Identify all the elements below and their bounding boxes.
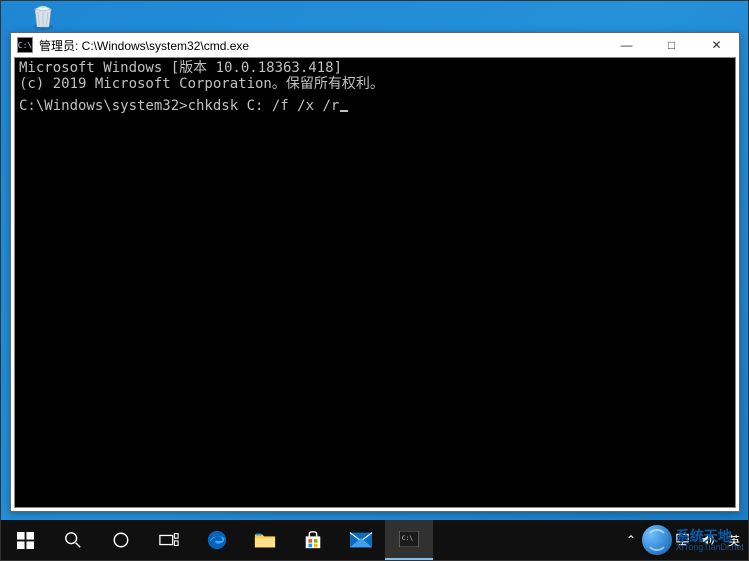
taskbar-app-edge[interactable] [193,520,241,560]
search-button[interactable] [49,520,97,560]
console-command: chkdsk C: /f /x /r [188,98,340,114]
cmd-icon: C:\ [17,37,33,53]
console-line: Microsoft Windows [版本 10.0.18363.418] [19,60,731,76]
ime-indicator[interactable]: 英 [726,532,742,549]
cmd-window: C:\ 管理员: C:\Windows\system32\cmd.exe — □… [10,32,740,512]
tray-network-icon[interactable] [674,533,692,547]
search-icon [64,531,82,549]
taskbar-app-mail[interactable] [337,520,385,560]
file-explorer-icon [254,530,276,550]
task-view-button[interactable] [145,520,193,560]
console-line: (c) 2019 Microsoft Corporation。保留所有权利。 [19,76,731,92]
cmd-icon: C:\ [399,531,419,547]
titlebar[interactable]: C:\ 管理员: C:\Windows\system32\cmd.exe — □… [11,33,739,57]
shield-icon [650,533,664,547]
text-cursor [340,110,348,112]
console-output[interactable]: Microsoft Windows [版本 10.0.18363.418](c)… [14,57,736,508]
svg-text:C:\: C:\ [402,535,413,542]
console-prompt: C:\Windows\system32> [19,98,188,114]
task-view-icon [159,532,179,548]
system-tray: ⌃ 英 [622,520,748,560]
store-icon [303,530,323,550]
network-icon [675,533,690,547]
chevron-up-icon: ⌃ [626,533,636,547]
taskbar-app-explorer[interactable] [241,520,289,560]
volume-icon [701,533,717,547]
maximize-button[interactable]: □ [649,33,694,57]
taskbar-left: C:\ [1,520,433,560]
edge-icon [206,529,228,551]
taskbar-spacer [433,520,622,560]
taskbar-app-store[interactable] [289,520,337,560]
minimize-button[interactable]: — [604,33,649,57]
taskbar: C:\ ⌃ [1,520,748,560]
recycle-bin-icon[interactable] [25,3,61,31]
mail-icon [349,531,373,549]
tray-security-icon[interactable] [648,533,666,547]
console-prompt-line: C:\Windows\system32>chkdsk C: /f /x /r [19,98,731,114]
cortana-button[interactable] [97,520,145,560]
taskbar-app-cmd[interactable]: C:\ [385,520,433,560]
window-controls: — □ ✕ [604,33,739,57]
tray-overflow-button[interactable]: ⌃ [622,533,640,547]
cortana-icon [112,531,130,549]
tray-volume-icon[interactable] [700,533,718,547]
windows-logo-icon [17,532,34,549]
close-button[interactable]: ✕ [694,33,739,57]
start-button[interactable] [1,520,49,560]
window-title: 管理员: C:\Windows\system32\cmd.exe [39,37,604,54]
